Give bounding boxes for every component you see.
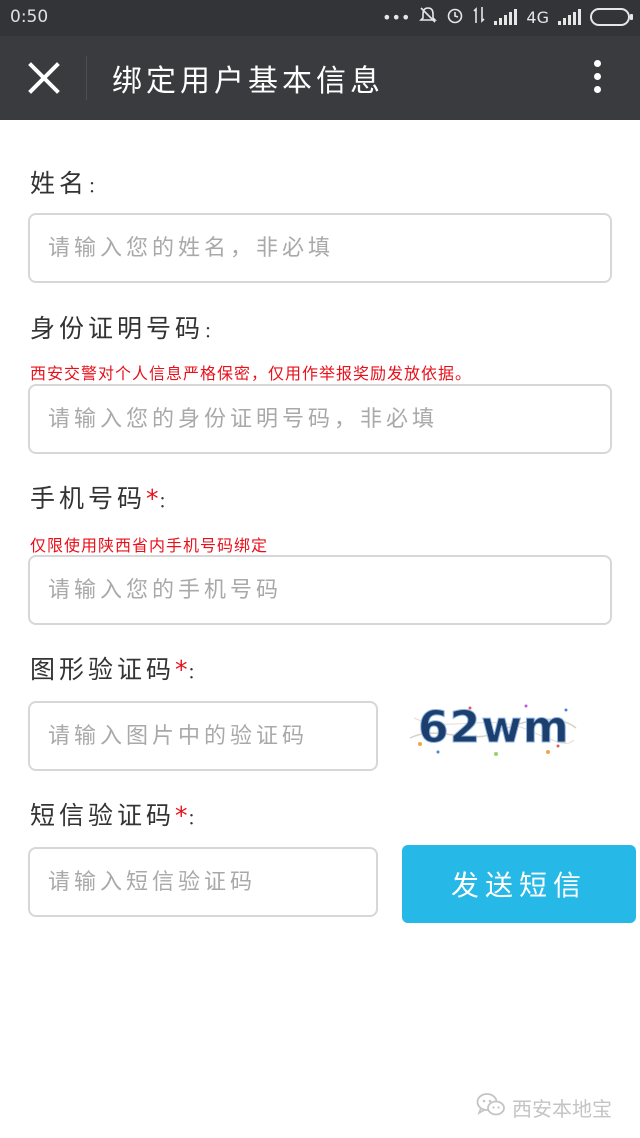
name-label: 姓名： [30, 169, 109, 198]
signal-icon [494, 9, 518, 25]
signal-2-icon [558, 9, 581, 25]
watermark: 西安本地宝 [476, 1092, 612, 1123]
network-type: 4G [526, 7, 549, 27]
captcha-input[interactable] [28, 701, 378, 771]
wechat-icon [476, 1092, 506, 1123]
captcha-text: 62wm [418, 702, 570, 753]
page-title: 绑定用户基本信息 [112, 64, 384, 99]
watermark-text: 西安本地宝 [512, 1097, 612, 1121]
required-mark: * [175, 801, 188, 830]
sms-code-input[interactable] [28, 847, 378, 917]
alarm-icon [446, 6, 464, 28]
id-number-input[interactable] [28, 384, 612, 454]
data-transfer-icon [473, 6, 485, 28]
sms-code-label: 短信验证码*： [30, 801, 208, 830]
mute-icon [419, 6, 438, 28]
captcha-image[interactable]: 62wm [408, 694, 578, 764]
status-icons: ••• 4G [382, 6, 633, 28]
more-dots-icon: ••• [382, 7, 411, 27]
phone-note: 仅限使用陕西省内手机号码绑定 [30, 536, 269, 555]
phone-label: 手机号码*： [30, 484, 179, 513]
required-mark: * [175, 655, 188, 684]
phone-input[interactable] [28, 555, 612, 625]
close-icon[interactable] [24, 58, 64, 98]
privacy-note: 西安交警对个人信息严格保密，仅用作举报奖励发放依据。 [30, 364, 473, 383]
status-time: 0:50 [10, 7, 49, 27]
status-bar: 0:50 ••• 4G [0, 0, 640, 36]
required-mark: * [146, 484, 159, 513]
nav-bar: 绑定用户基本信息 [0, 36, 640, 120]
battery-icon [590, 8, 633, 26]
name-input[interactable] [28, 213, 612, 283]
captcha-label: 图形验证码*： [30, 655, 208, 684]
nav-divider [86, 56, 87, 100]
id-number-label: 身份证明号码： [30, 314, 225, 343]
more-menu-icon[interactable] [580, 56, 614, 102]
send-sms-button[interactable]: 发送短信 [402, 845, 636, 923]
